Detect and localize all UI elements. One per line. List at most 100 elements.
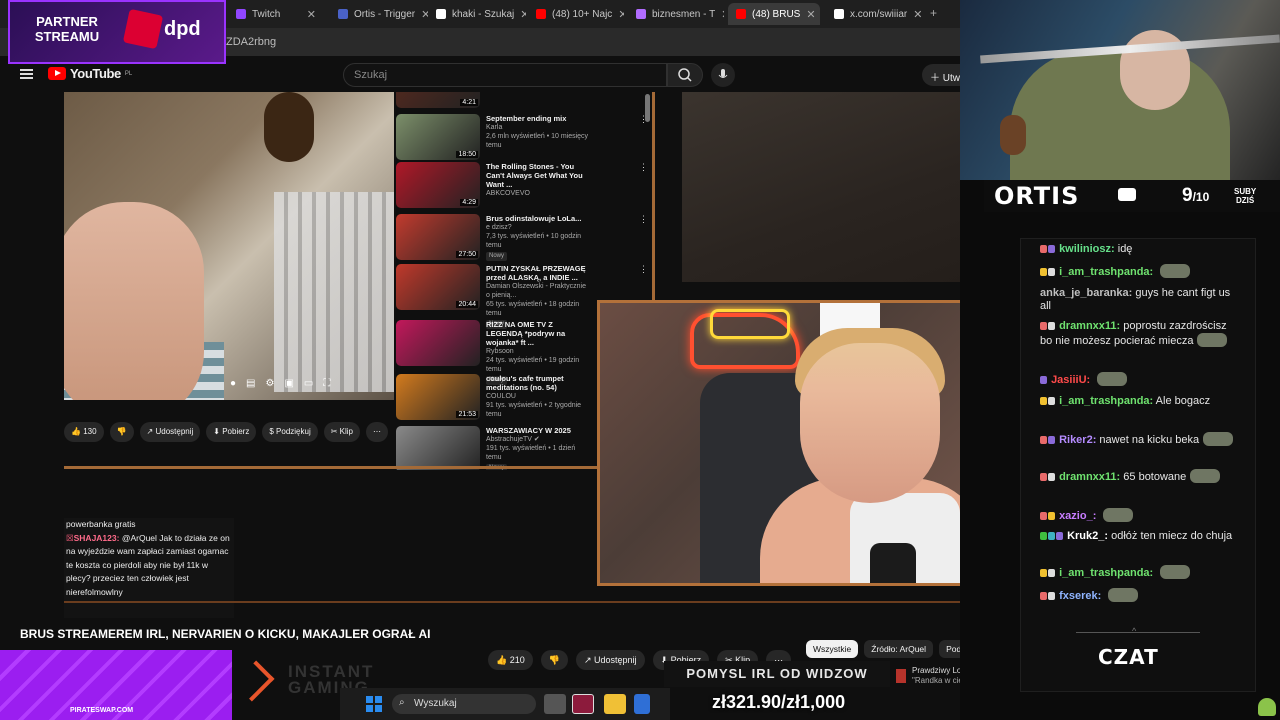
- chat-badge-icon: [1040, 397, 1047, 405]
- related-scrollbar[interactable]: [645, 94, 650, 122]
- taskbar-app-icon[interactable]: [572, 694, 594, 714]
- related-title[interactable]: RIZZ NA OME TV Z LEGENDĄ *podryw na woja…: [486, 320, 590, 347]
- more-vert-icon[interactable]: ⋮: [639, 214, 648, 264]
- chat-badge-icon: [1040, 512, 1047, 520]
- tab-close-icon[interactable]: ✕: [913, 8, 922, 21]
- chat-message: i_am_trashpanda: Ale bogacz: [1040, 395, 1240, 408]
- theater-mode-icon[interactable]: ▭: [304, 378, 313, 394]
- chat-message: kwiliniosz: idę: [1040, 243, 1240, 256]
- new-tab-button[interactable]: +: [930, 6, 937, 20]
- browser-tab[interactable]: (48) BRUS ✕: [728, 3, 820, 25]
- video-action-button[interactable]: $ Podziękuj: [262, 422, 318, 442]
- related-thumbnail[interactable]: 18:50: [396, 114, 480, 160]
- filter-chip[interactable]: Wszystkie: [806, 640, 859, 658]
- address-url[interactable]: ZDA2rbng: [226, 36, 276, 48]
- related-thumbnail[interactable]: 4:29: [396, 162, 480, 208]
- related-video-item[interactable]: 4:29 The Rolling Stones - You Can't Alway…: [396, 162, 648, 212]
- related-video-item[interactable]: 18:50 September ending mix Karla 2,6 mln wy…: [396, 114, 648, 164]
- task-view-icon[interactable]: [544, 694, 566, 714]
- tab-close-icon[interactable]: ✕: [421, 8, 428, 21]
- related-channel: e dzisz?: [486, 224, 512, 231]
- video-action-button[interactable]: ⬇ Pobierz: [206, 422, 257, 442]
- related-title[interactable]: PUTIN ZYSKAŁ PRZEWAGĘ przed ALASKĄ, a IN…: [486, 264, 590, 282]
- taskbar-search[interactable]: ⌕ Wyszukaj: [392, 694, 536, 714]
- video-action-button[interactable]: ⋯: [366, 422, 388, 442]
- search-icon: [678, 68, 692, 82]
- video-action-button[interactable]: ✂ Klip: [323, 422, 360, 442]
- download-icon: ⬇: [213, 427, 220, 436]
- chat-username[interactable]: xazio_:: [1059, 510, 1096, 522]
- chat-username[interactable]: dramnxx11:: [1059, 471, 1120, 483]
- chat-username[interactable]: Riker2:: [1059, 434, 1096, 446]
- related-title[interactable]: coulou's cafe trumpet meditations (no. 5…: [486, 374, 590, 392]
- related-channel: Karla: [486, 124, 503, 131]
- video-duration: 20:44: [456, 301, 478, 308]
- youtube-logo[interactable]: YouTube PL: [48, 66, 132, 81]
- chat-badge-icon: [1040, 268, 1047, 276]
- tab-close-icon[interactable]: ✕: [721, 8, 724, 21]
- left-chat-user: SHAJA123:: [73, 532, 120, 543]
- browser-tab[interactable]: biznesmen - T ✕: [628, 3, 724, 25]
- related-title[interactable]: September ending mix: [486, 114, 590, 123]
- dislike-button[interactable]: 👎: [540, 650, 568, 670]
- tab-close-icon[interactable]: ✕: [806, 8, 815, 21]
- main-video-player[interactable]: [64, 92, 394, 400]
- chat-text: nawet na kicku beka: [1099, 434, 1200, 446]
- browser-tab[interactable]: Ortis - Trigger ✕: [330, 3, 428, 25]
- related-video-item[interactable]: 4:21170 mln wyświetleń • 4 lata temu⋮: [396, 92, 648, 112]
- video-action-button[interactable]: 👎: [109, 422, 134, 442]
- browser-tab[interactable]: khaki - Szukaj ✕: [428, 3, 526, 25]
- file-explorer-icon[interactable]: [604, 694, 626, 714]
- like-button[interactable]: 👍 210: [488, 650, 533, 670]
- video-action-button[interactable]: ↗ Udostępnij: [139, 422, 201, 442]
- share-button[interactable]: ↗ Udostępnij: [575, 650, 645, 670]
- related-thumbnail[interactable]: 20:44: [396, 264, 480, 310]
- related-thumbnail[interactable]: 27:50: [396, 214, 480, 260]
- video-action-label: Udostępnij: [155, 427, 194, 436]
- tab-close-icon[interactable]: ✕: [520, 8, 526, 21]
- more-vert-icon[interactable]: ⋮: [639, 162, 648, 212]
- chat-message: anka_je_baranka: guys he cant figt us al…: [1040, 287, 1240, 313]
- miniplayer-icon[interactable]: ▣: [284, 378, 293, 394]
- video-action-button[interactable]: 👍 130: [64, 422, 104, 442]
- chat-username[interactable]: anka_je_baranka:: [1040, 287, 1132, 299]
- browser-tab[interactable]: x.com/swiiiar ✕: [826, 3, 926, 25]
- tab-favicon-icon: [536, 9, 546, 19]
- side-video-thumb[interactable]: [896, 669, 906, 683]
- related-title[interactable]: The Rolling Stones - You Can't Always Ge…: [486, 162, 590, 189]
- voice-search-button[interactable]: [711, 63, 735, 87]
- tab-close-icon[interactable]: ✕: [618, 8, 624, 21]
- subtitles-icon[interactable]: ▤: [246, 378, 255, 394]
- related-thumbnail[interactable]: 4:21: [396, 92, 480, 108]
- chat-username[interactable]: JasiiiU:: [1051, 374, 1090, 386]
- chat-username[interactable]: kwiliniosz:: [1059, 243, 1115, 255]
- chat-username[interactable]: i_am_trashpanda:: [1059, 395, 1153, 407]
- fullscreen-icon[interactable]: ⛶: [323, 378, 330, 394]
- related-thumbnail[interactable]: 21:53: [396, 374, 480, 420]
- chat-username[interactable]: dramnxx11:: [1059, 320, 1120, 332]
- chat-badge-icon: [1048, 436, 1055, 444]
- chat-username[interactable]: Kruk2_:: [1067, 530, 1108, 542]
- chat-username[interactable]: i_am_trashpanda:: [1059, 567, 1153, 579]
- filter-chip[interactable]: Źródło: ArQuel: [864, 640, 934, 658]
- youtube-search-input[interactable]: Szukaj: [343, 63, 667, 87]
- windows-start-icon[interactable]: [366, 696, 382, 712]
- chat-username[interactable]: fxserek:: [1059, 590, 1101, 602]
- search-button[interactable]: [667, 63, 703, 87]
- related-video-item[interactable]: 27:50 Brus odinstalowuje LoLa... e dzisz? 7…: [396, 214, 648, 264]
- chat-badge-icon: [1040, 322, 1047, 330]
- browser-tab[interactable]: Twitch ✕: [228, 3, 324, 25]
- related-title[interactable]: WARSZAWIACY W 2025: [486, 426, 590, 435]
- settings-gear-icon[interactable]: ⚙: [266, 378, 275, 394]
- related-meta: coulou's cafe trumpet meditations (no. 5…: [486, 374, 590, 424]
- related-title[interactable]: Brus odinstalowuje LoLa...: [486, 214, 590, 223]
- browser-tab[interactable]: (48) 10+ Najc ✕: [528, 3, 624, 25]
- autoplay-toggle-icon[interactable]: ●: [230, 378, 236, 394]
- video-action-label: Podziękuj: [276, 427, 311, 436]
- related-thumbnail[interactable]: [396, 426, 480, 470]
- tab-close-icon[interactable]: ✕: [307, 8, 316, 21]
- taskbar-app-blue-icon[interactable]: [634, 694, 650, 714]
- tab-favicon-icon: [736, 9, 746, 19]
- related-thumbnail[interactable]: [396, 320, 480, 366]
- chat-username[interactable]: i_am_trashpanda:: [1059, 266, 1153, 278]
